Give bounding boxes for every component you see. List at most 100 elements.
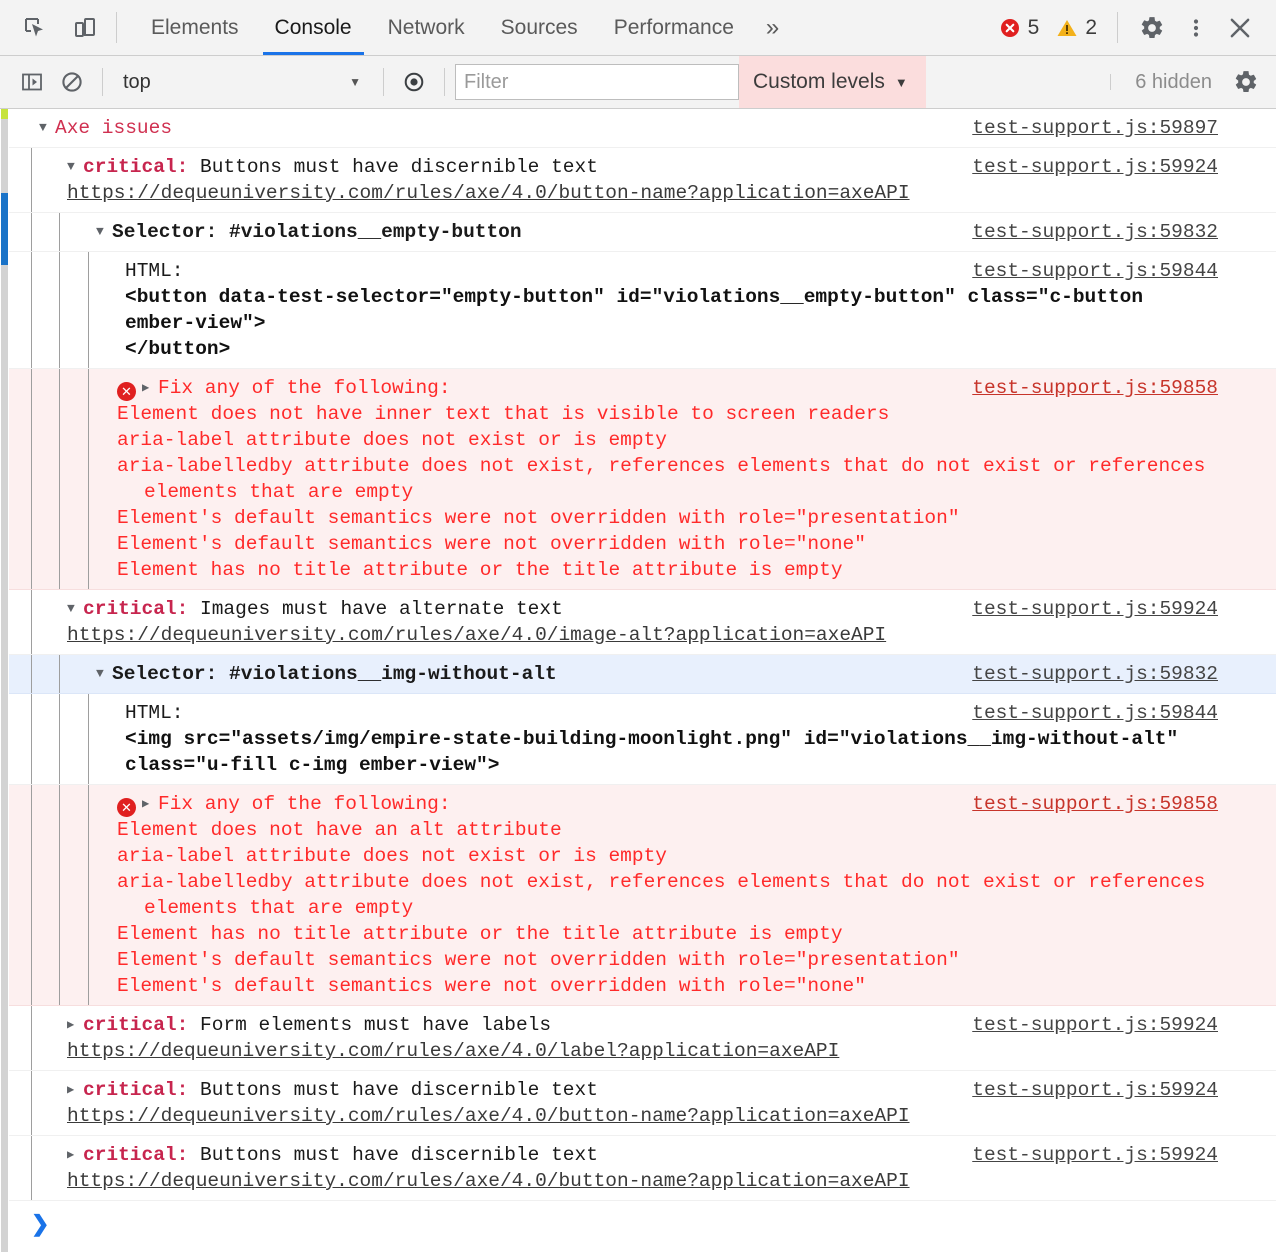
entry-message: Buttons must have discernible text [188, 1079, 598, 1101]
source-link[interactable]: test-support.js:59858 [972, 375, 1218, 401]
tab-elements[interactable]: Elements [133, 0, 257, 55]
tab-console[interactable]: Console [257, 0, 370, 55]
severity-label: critical: [83, 1014, 189, 1036]
triangle-down-icon[interactable]: ▼ [96, 661, 112, 687]
error-count-value: 5 [1027, 15, 1040, 39]
console-entry-header[interactable]: ▼ critical: Buttons must have discernible… [9, 148, 1276, 213]
console-selector-row[interactable]: ▼ Selector: #violations__img-without-alt … [9, 655, 1276, 694]
triangle-right-icon[interactable]: ▶ [67, 1077, 83, 1103]
console-settings-gear-icon[interactable] [1226, 62, 1266, 102]
warning-count-badge[interactable]: 2 [1049, 16, 1103, 40]
source-link[interactable]: test-support.js:59924 [972, 154, 1218, 180]
tab-sources-label: Sources [500, 15, 578, 39]
more-tabs-icon[interactable]: » [752, 0, 793, 55]
html-snippet: <button data-test-selector="empty-button… [125, 286, 1144, 360]
scrollbar-thumb[interactable] [1, 193, 8, 265]
tab-sources[interactable]: Sources [483, 0, 596, 55]
group-title: Axe issues [55, 117, 173, 139]
console-scrollbar[interactable] [0, 109, 9, 1252]
filter-input[interactable] [455, 64, 739, 100]
fix-header-inner: ✕ ▶ Fix any of the following: test-support… [9, 375, 1276, 401]
tab-performance[interactable]: Performance [596, 0, 752, 55]
tab-network[interactable]: Network [370, 0, 483, 55]
filterbar-divider-1 [102, 68, 103, 96]
warning-count-value: 2 [1085, 15, 1097, 39]
console-message-list: ▼ Axe issues test-support.js:59897 ▼ criti… [0, 109, 1276, 1252]
selector-value: #violations__empty-button [217, 221, 522, 243]
console-fix-block[interactable]: ✕ ▶ Fix any of the following: test-support… [9, 785, 1276, 1006]
tabbar-divider [116, 12, 117, 43]
selector-label: Selector: [112, 221, 218, 243]
tab-performance-label: Performance [613, 15, 734, 39]
device-toolbar-icon[interactable] [64, 7, 106, 49]
console-entry-header[interactable]: ▶ critical: Buttons must have discernible… [9, 1071, 1276, 1136]
console-prompt[interactable]: ❯ [9, 1201, 1276, 1240]
gear-icon[interactable] [1132, 8, 1172, 48]
kebab-menu-icon[interactable] [1176, 8, 1216, 48]
rule-url-link[interactable]: https://dequeuniversity.com/rules/axe/4.… [67, 182, 910, 204]
execution-context-selector[interactable]: top ▼ [113, 71, 373, 94]
rule-url-link[interactable]: https://dequeuniversity.com/rules/axe/4.… [67, 1105, 910, 1127]
fix-line: aria-labelledby attribute does not exist… [117, 455, 1217, 503]
console-selector-row[interactable]: ▼ Selector: #violations__empty-button tes… [9, 213, 1276, 252]
fix-line: Element has no title attribute or the ti… [117, 923, 843, 945]
source-link[interactable]: test-support.js:59858 [972, 791, 1218, 817]
inspect-element-icon[interactable] [14, 7, 56, 49]
execution-context-value: top [123, 70, 151, 93]
triangle-right-icon[interactable]: ▶ [67, 1012, 83, 1038]
close-icon[interactable] [1220, 8, 1260, 48]
html-label-inner: HTML: test-support.js:59844 [9, 700, 1276, 726]
hidden-messages-count[interactable]: 6 hidden [1121, 71, 1226, 94]
source-link[interactable]: test-support.js:59844 [972, 258, 1218, 284]
source-link[interactable]: test-support.js:59924 [972, 1012, 1218, 1038]
panel-tabs: Elements Console Network Sources Perform… [133, 0, 793, 55]
entry-header-inner: ▼ critical: Images must have alternate te… [9, 596, 1276, 622]
triangle-down-icon[interactable]: ▼ [67, 154, 83, 180]
console-sidebar-icon[interactable] [12, 62, 52, 102]
console-fix-block[interactable]: ✕ ▶ Fix any of the following: test-support… [9, 369, 1276, 590]
console-html-row[interactable]: HTML: test-support.js:59844 <button data… [9, 252, 1276, 369]
html-label-inner: HTML: test-support.js:59844 [9, 258, 1276, 284]
source-link[interactable]: test-support.js:59832 [972, 219, 1218, 245]
source-link[interactable]: test-support.js:59844 [972, 700, 1218, 726]
entry-header-inner: ▶ critical: Buttons must have discernible… [9, 1077, 1276, 1103]
error-count-badge[interactable]: 5 [992, 16, 1046, 40]
source-link[interactable]: test-support.js:59924 [972, 596, 1218, 622]
triangle-right-icon[interactable]: ▶ [67, 1142, 83, 1168]
scrollbar-track[interactable] [1, 109, 8, 1252]
console-group-header[interactable]: ▼ Axe issues test-support.js:59897 [9, 109, 1276, 148]
log-levels-dropdown[interactable]: Custom levels ▼ [739, 56, 926, 108]
console-entry-header[interactable]: ▶ critical: Buttons must have discernible… [9, 1136, 1276, 1201]
fix-header-text: Fix any of the following: [158, 377, 451, 399]
warning-triangle-icon [1057, 19, 1077, 36]
clear-console-icon[interactable] [52, 62, 92, 102]
live-expression-icon[interactable] [394, 62, 434, 102]
chevron-down-icon: ▼ [349, 75, 361, 89]
source-link[interactable]: test-support.js:59924 [972, 1077, 1218, 1103]
rule-url-link[interactable]: https://dequeuniversity.com/rules/axe/4.… [67, 1170, 910, 1192]
triangle-down-icon[interactable]: ▼ [39, 115, 55, 141]
triangle-right-icon[interactable]: ▶ [142, 791, 158, 817]
entry-header-inner: ▶ critical: Form elements must have label… [9, 1012, 1276, 1038]
rule-url-link[interactable]: https://dequeuniversity.com/rules/axe/4.… [67, 1040, 839, 1062]
triangle-down-icon[interactable]: ▼ [96, 219, 112, 245]
source-link[interactable]: test-support.js:59924 [972, 1142, 1218, 1168]
entry-url-inner: https://dequeuniversity.com/rules/axe/4.… [9, 1103, 1276, 1129]
entry-url-inner: https://dequeuniversity.com/rules/axe/4.… [9, 1038, 1276, 1064]
console-filter-toolbar: top ▼ Custom levels ▼ 6 hidden [0, 56, 1276, 109]
selector-row-inner: ▼ Selector: #violations__img-without-alt … [9, 661, 1276, 687]
severity-label: critical: [83, 598, 189, 620]
fix-header-text: Fix any of the following: [158, 793, 451, 815]
triangle-down-icon[interactable]: ▼ [67, 596, 83, 622]
source-link[interactable]: test-support.js:59832 [972, 661, 1218, 687]
console-html-row[interactable]: HTML: test-support.js:59844 <img src="as… [9, 694, 1276, 785]
html-label: HTML: [125, 702, 184, 724]
tabbar-left-icons [0, 0, 106, 55]
prompt-chevron-icon: ❯ [31, 1211, 50, 1236]
tab-console-label: Console [274, 15, 352, 39]
source-link[interactable]: test-support.js:59897 [972, 115, 1218, 141]
console-entry-header[interactable]: ▼ critical: Images must have alternate te… [9, 590, 1276, 655]
triangle-right-icon[interactable]: ▶ [142, 375, 158, 401]
console-entry-header[interactable]: ▶ critical: Form elements must have label… [9, 1006, 1276, 1071]
rule-url-link[interactable]: https://dequeuniversity.com/rules/axe/4.… [67, 624, 886, 646]
